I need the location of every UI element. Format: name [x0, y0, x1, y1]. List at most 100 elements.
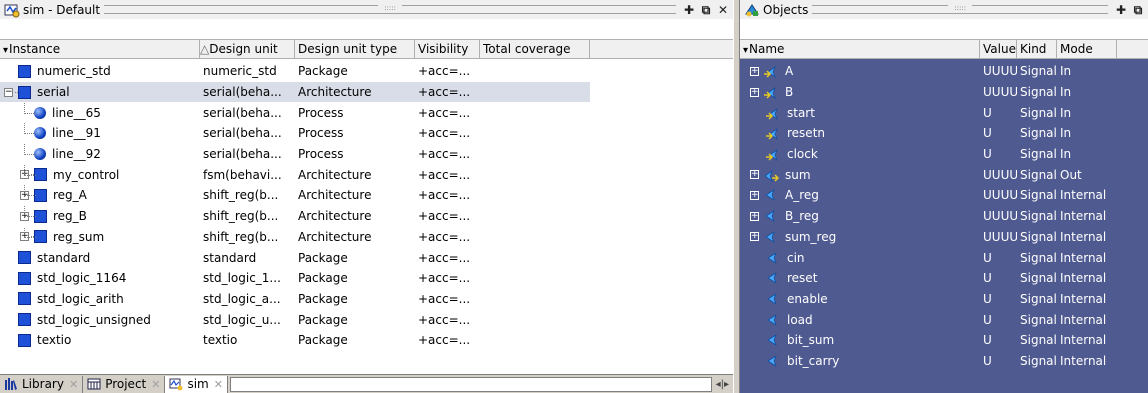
- object-row[interactable]: bit_carry U Signal Internal: [740, 351, 1148, 372]
- object-row[interactable]: load U Signal Internal: [740, 309, 1148, 330]
- signal-value-cell: U: [983, 147, 992, 162]
- signal-value-cell: UUUU...: [983, 209, 1017, 224]
- object-row[interactable]: +AUUUU...SignalIn: [740, 61, 1148, 82]
- object-row[interactable]: + A_reg UUUU...SignalInternal: [740, 185, 1148, 206]
- tree-row[interactable]: line__65 serial(beha... Process +acc=...: [0, 102, 733, 123]
- tree-row[interactable]: line__92 serial(beha... Process +acc=...: [0, 144, 733, 165]
- object-row[interactable]: clock U Signal In: [740, 144, 1148, 165]
- tab-close-icon[interactable]: ✕: [214, 378, 223, 391]
- undock-icon[interactable]: ⧉: [699, 3, 713, 17]
- signal-kind-cell: Signal: [1020, 209, 1057, 224]
- tree-row[interactable]: standard standard Package +acc=...: [0, 247, 733, 268]
- filter-arrow-icon[interactable]: ▾: [743, 45, 748, 56]
- design-unit-type-cell: Process: [298, 147, 344, 162]
- column-header-instance[interactable]: ▾Instance: [0, 40, 200, 58]
- signal-internal-icon: [765, 354, 781, 368]
- sort-arrow-icon: △: [200, 42, 210, 56]
- signal-value-cell: U: [983, 250, 992, 265]
- column-header-total-coverage[interactable]: Total coverage: [480, 40, 590, 58]
- tree-row[interactable]: + reg_sum shift_reg(b... Architecture +acc=.…: [0, 226, 733, 248]
- dock-icon[interactable]: ✚: [682, 3, 696, 17]
- object-name-cell: enable: [740, 292, 980, 306]
- column-header-visibility[interactable]: Visibility: [415, 40, 480, 58]
- object-row[interactable]: enable U Signal Internal: [740, 289, 1148, 310]
- tree-row[interactable]: + reg_B shift_reg(b... Architecture +acc=...: [0, 206, 733, 227]
- column-header-value[interactable]: Value: [980, 40, 1017, 58]
- object-row[interactable]: start U Signal In: [740, 102, 1148, 123]
- visibility-cell: +acc=...: [418, 312, 471, 327]
- expand-icon[interactable]: +: [750, 87, 759, 97]
- horizontal-scrollbar[interactable]: [229, 376, 712, 392]
- objects-table-header: ▾Name Value Kind Mode: [740, 39, 1148, 59]
- titlebar-grip[interactable]: :::::: [104, 3, 676, 14]
- column-header-design-unit-type[interactable]: Design unit type: [295, 40, 415, 58]
- object-row[interactable]: + B_reg UUUU...SignalInternal: [740, 206, 1148, 227]
- tab-library[interactable]: Library ✕: [0, 375, 84, 393]
- sim-panel-titlebar[interactable]: sim - Default ::::: ✚ ⧉ ✕: [0, 0, 733, 19]
- column-header-kind[interactable]: Kind: [1017, 40, 1057, 58]
- design-unit-cell: shift_reg(b...: [203, 188, 279, 203]
- titlebar-grip[interactable]: :::::: [812, 3, 1108, 14]
- tree-row[interactable]: numeric_std numeric_std Package +acc=...: [0, 61, 733, 82]
- design-unit-type-cell: Package: [298, 333, 348, 348]
- instance-name: line__91: [52, 126, 101, 141]
- tree-row[interactable]: std_logic_1164 std_logic_1... Package +acc=…: [0, 268, 733, 289]
- tab-close-icon[interactable]: ✕: [69, 378, 78, 391]
- filter-arrow-icon[interactable]: ▾: [3, 45, 8, 56]
- object-row[interactable]: +BUUUU...SignalIn: [740, 82, 1148, 103]
- object-name-cell: start: [740, 106, 980, 120]
- scroll-arrows-icon[interactable]: ◂|▸: [716, 379, 729, 390]
- design-unit-cell: std_logic_a...: [203, 291, 281, 306]
- instance-name: std_logic_arith: [37, 291, 124, 306]
- close-icon[interactable]: ✕: [716, 3, 730, 17]
- objects-panel-titlebar[interactable]: Objects ::::: ✚ ⧉: [740, 0, 1148, 19]
- package-icon: [18, 313, 31, 327]
- signal-mode-cell: Out: [1060, 167, 1082, 182]
- object-row[interactable]: bit_sum U Signal Internal: [740, 330, 1148, 351]
- expand-icon[interactable]: +: [750, 232, 759, 242]
- signal-name: B_reg: [785, 209, 819, 224]
- tree-row[interactable]: + my_control fsm(behavi... Architecture +acc…: [0, 164, 733, 185]
- column-header-design-unit[interactable]: △Design unit: [200, 40, 295, 58]
- dock-icon[interactable]: ✚: [1114, 3, 1128, 17]
- tab-project[interactable]: Project ✕: [83, 375, 166, 393]
- visibility-cell: +acc=...: [418, 291, 471, 306]
- tree-row[interactable]: − serial serial(beha... Architecture +acc=..…: [0, 81, 590, 103]
- instance-name: reg_A: [53, 188, 87, 203]
- object-row[interactable]: cin U Signal Internal: [740, 247, 1148, 268]
- signal-name: A_reg: [785, 188, 819, 203]
- collapse-icon[interactable]: −: [4, 87, 13, 97]
- object-row[interactable]: resetn U Signal In: [740, 123, 1148, 144]
- instance-name: my_control: [53, 167, 120, 182]
- expand-icon[interactable]: +: [750, 170, 759, 180]
- object-row[interactable]: + sum_reg UUUU...SignalInternal: [740, 227, 1148, 248]
- expand-icon[interactable]: +: [750, 190, 759, 200]
- object-row[interactable]: + sum UUUU...SignalOut: [740, 164, 1148, 185]
- column-header-mode[interactable]: Mode: [1057, 40, 1117, 58]
- tree-row[interactable]: std_logic_arith std_logic_a... Package +acc…: [0, 289, 733, 310]
- tab-sim[interactable]: sim ✕: [165, 375, 228, 393]
- tab-close-icon[interactable]: ✕: [151, 378, 160, 391]
- expand-icon[interactable]: +: [750, 66, 759, 76]
- object-row[interactable]: reset U Signal Internal: [740, 268, 1148, 289]
- object-name-cell: reset: [740, 271, 980, 285]
- instance-name: std_logic_1164: [37, 271, 127, 286]
- expand-icon[interactable]: +: [750, 211, 759, 221]
- design-unit-type-cell: Process: [298, 126, 344, 141]
- signal-name: clock: [787, 147, 818, 162]
- tree-row[interactable]: std_logic_unsigned std_logic_u... Package +…: [0, 309, 733, 330]
- pane-splitter[interactable]: [733, 0, 740, 393]
- column-header-name[interactable]: ▾Name: [740, 40, 980, 58]
- signal-internal-icon: [765, 251, 781, 265]
- objects-panel: Objects ::::: ✚ ⧉ ▾Name Value Kind Mode + AU…: [740, 0, 1148, 393]
- undock-icon[interactable]: ⧉: [1131, 3, 1145, 17]
- signal-in-icon: [765, 147, 781, 162]
- signal-internal-icon: [765, 271, 781, 285]
- library-icon: [4, 378, 18, 390]
- package-icon: [18, 251, 31, 265]
- sim-icon: [169, 377, 183, 391]
- signal-name: A: [785, 64, 794, 79]
- tree-row[interactable]: textio textio Package +acc=...: [0, 330, 733, 351]
- tree-row[interactable]: line__91 serial(beha... Process +acc=...: [0, 123, 733, 144]
- tree-row[interactable]: + reg_A shift_reg(b... Architecture +acc=...: [0, 185, 733, 206]
